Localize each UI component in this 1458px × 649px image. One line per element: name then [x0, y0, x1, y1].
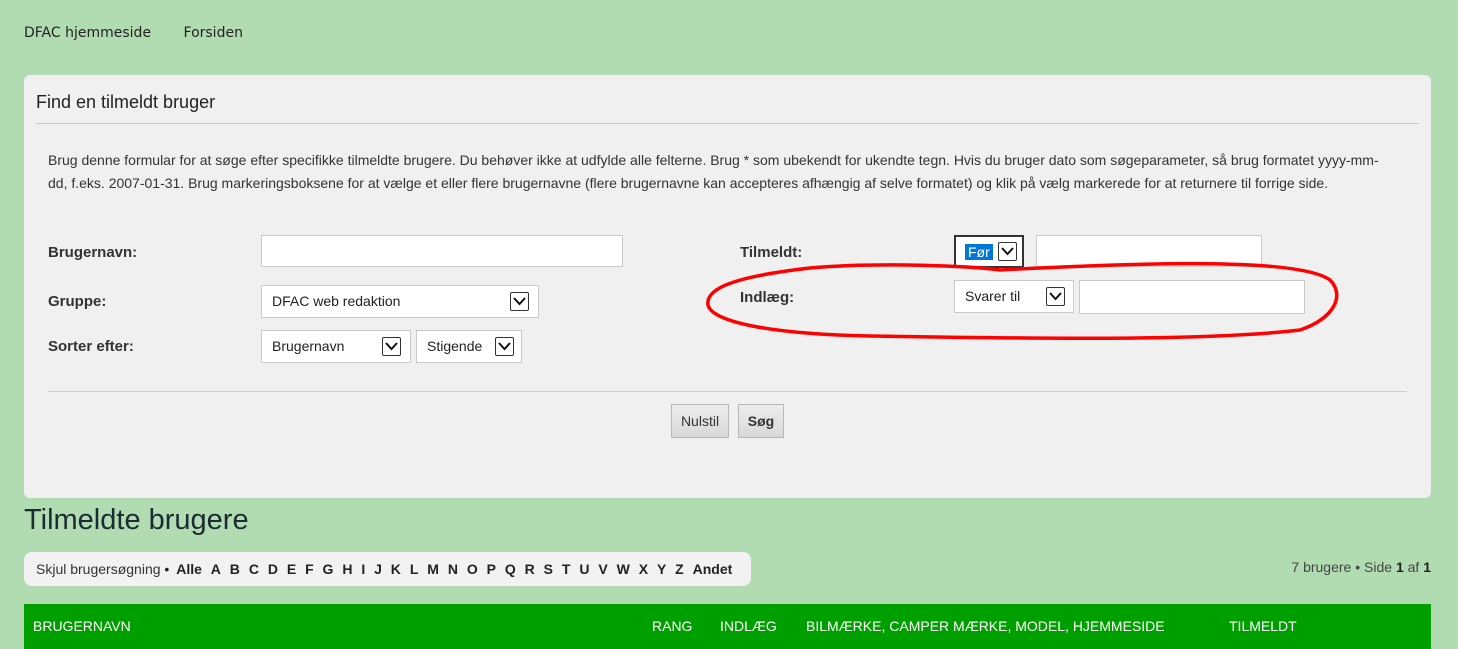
letter-link[interactable]: A: [211, 561, 221, 577]
form-divider: [48, 391, 1407, 392]
sort-label: Sorter efter:: [48, 338, 134, 355]
letter-link[interactable]: B: [230, 561, 240, 577]
page-word: Side: [1364, 559, 1393, 575]
column-posts[interactable]: INDLÆG: [720, 618, 777, 634]
joined-operator-value: Før: [965, 244, 993, 260]
letter-link[interactable]: L: [410, 561, 419, 577]
search-description: Brug denne formular for at søge efter sp…: [48, 152, 1379, 191]
breadcrumb-home-link[interactable]: DFAC hjemmeside: [24, 25, 151, 41]
hide-search-link[interactable]: Skjul brugersøgning: [36, 561, 161, 577]
breadcrumb-index-link[interactable]: Forsiden: [184, 25, 243, 41]
letter-link[interactable]: Y: [657, 561, 666, 577]
chevron-down-icon: [495, 337, 514, 356]
of-word: af: [1407, 559, 1420, 575]
search-button[interactable]: Søg: [738, 404, 784, 438]
letter-link[interactable]: F: [305, 561, 314, 577]
letter-link[interactable]: N: [448, 561, 458, 577]
chevron-down-icon: [1046, 287, 1065, 306]
posts-label: Indlæg:: [740, 289, 795, 306]
search-panel: Find en tilmeldt bruger Brug denne formu…: [24, 75, 1431, 498]
letter-link[interactable]: W: [617, 561, 630, 577]
panel-title: Find en tilmeldt bruger: [36, 92, 216, 112]
letter-link[interactable]: E: [287, 561, 296, 577]
letter-link[interactable]: X: [639, 561, 648, 577]
members-table-header: BRUGERNAVN RANG INDLÆG BILMÆRKE, CAMPER …: [24, 604, 1431, 649]
letter-link[interactable]: U: [579, 561, 589, 577]
sort-field-select[interactable]: Brugernavn: [261, 330, 411, 363]
username-input[interactable]: [261, 235, 623, 267]
letter-link[interactable]: C: [249, 561, 259, 577]
joined-label: Tilmeldt:: [740, 244, 803, 261]
posts-operator-value: Svarer til: [965, 288, 1021, 304]
letter-other-link[interactable]: Andet: [693, 561, 733, 577]
joined-operator-select[interactable]: Før: [954, 235, 1024, 268]
separator-dot: •: [1355, 559, 1361, 575]
letter-link[interactable]: M: [427, 561, 439, 577]
letter-link[interactable]: I: [361, 561, 365, 577]
group-label: Gruppe:: [48, 293, 107, 310]
letter-link[interactable]: H: [342, 561, 352, 577]
posts-operator-select[interactable]: Svarer til: [954, 280, 1074, 313]
sort-field-value: Brugernavn: [272, 338, 345, 354]
username-label: Brugernavn:: [48, 244, 138, 261]
posts-count-input[interactable]: [1079, 280, 1305, 314]
sort-direction-value: Stigende: [427, 338, 483, 354]
group-select[interactable]: DFAC web redaktion: [261, 285, 539, 318]
sort-direction-select[interactable]: Stigende: [416, 330, 522, 363]
letter-link[interactable]: K: [391, 561, 401, 577]
member-count: 7 brugere: [1291, 559, 1352, 575]
group-select-value: DFAC web redaktion: [272, 293, 401, 309]
letter-link[interactable]: S: [544, 561, 553, 577]
letter-link[interactable]: Q: [505, 561, 516, 577]
letter-link[interactable]: D: [268, 561, 278, 577]
letter-link[interactable]: Z: [675, 561, 684, 577]
joined-date-input[interactable]: [1036, 235, 1262, 267]
breadcrumb: DFAC hjemmeside Forsiden: [24, 25, 271, 41]
letter-link[interactable]: O: [467, 561, 478, 577]
separator-dot: •: [164, 561, 170, 577]
panel-divider: [36, 123, 1419, 124]
pagination-info: 7 brugere • Side 1 af 1: [1291, 559, 1431, 575]
current-page: 1: [1395, 559, 1404, 575]
letter-link[interactable]: G: [323, 561, 334, 577]
chevron-down-icon: [382, 337, 401, 356]
column-joined[interactable]: TILMELDT: [1229, 618, 1297, 634]
letter-link[interactable]: T: [562, 561, 571, 577]
members-title: Tilmeldte brugere: [24, 504, 249, 536]
column-rank[interactable]: RANG: [652, 618, 692, 634]
column-username[interactable]: BRUGERNAVN: [33, 618, 131, 634]
total-pages: 1: [1423, 559, 1431, 575]
chevron-down-icon: [998, 242, 1017, 261]
letter-all-link[interactable]: Alle: [176, 561, 202, 577]
letter-link[interactable]: P: [487, 561, 496, 577]
letter-link[interactable]: V: [598, 561, 607, 577]
chevron-down-icon: [510, 292, 529, 311]
column-car-brand[interactable]: BILMÆRKE, CAMPER MÆRKE, MODEL, HJEMMESID…: [806, 618, 1165, 634]
letter-link[interactable]: J: [374, 561, 382, 577]
reset-button[interactable]: Nulstil: [671, 404, 729, 438]
letter-filter-bar: Skjul brugersøgning • Alle A B C D E F G…: [24, 552, 751, 586]
letter-link[interactable]: R: [525, 561, 535, 577]
